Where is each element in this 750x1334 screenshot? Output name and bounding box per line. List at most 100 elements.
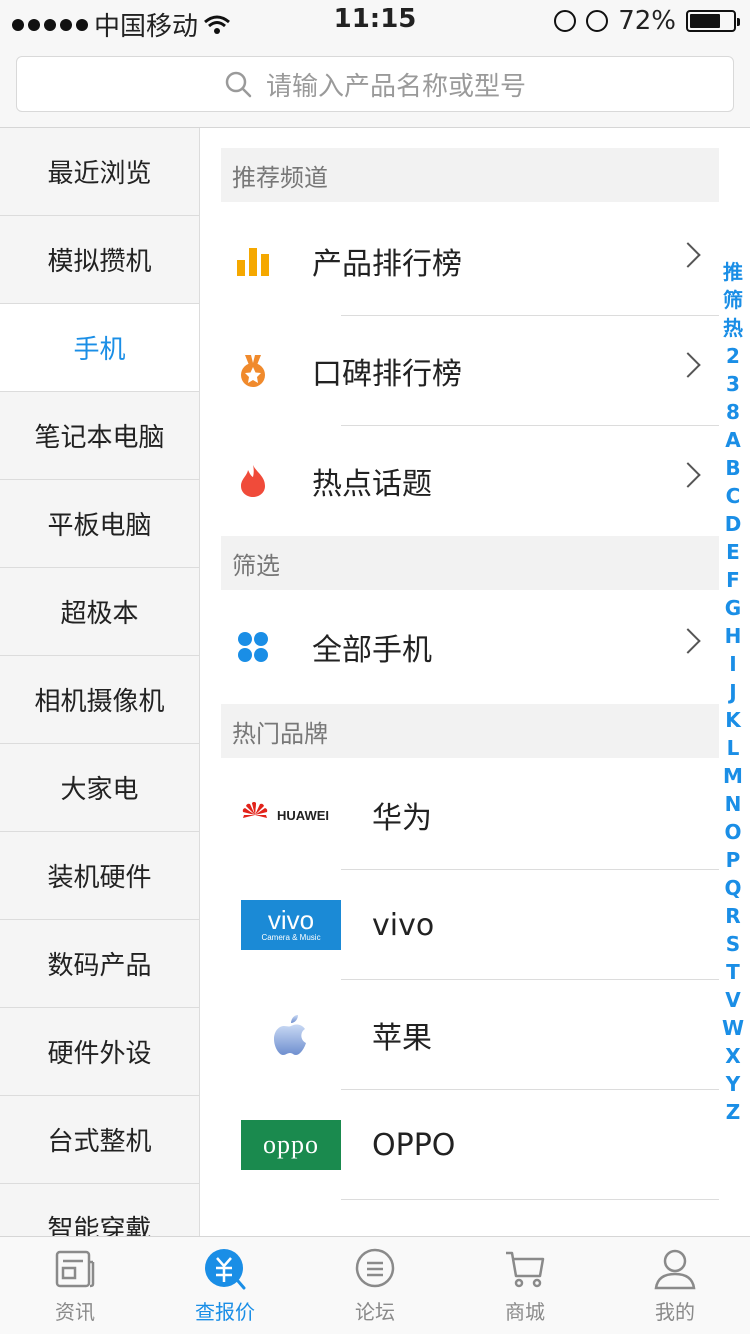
category-item[interactable]: 台式整机: [0, 1096, 199, 1184]
product-ranking-row[interactable]: 产品排行榜: [221, 206, 719, 316]
category-item[interactable]: 大家电: [0, 744, 199, 832]
rotation-lock-icon: [554, 10, 577, 32]
brand-row-apple[interactable]: 苹果: [221, 980, 719, 1090]
alpha-index-letter[interactable]: 3: [726, 370, 740, 398]
category-item[interactable]: 最近浏览: [0, 128, 199, 216]
alpha-index-letter[interactable]: 筛: [723, 286, 743, 314]
alpha-index-letter[interactable]: X: [725, 1042, 740, 1070]
category-item[interactable]: 模拟攒机: [0, 216, 199, 304]
vivo-logo-text: vivo: [267, 905, 315, 935]
alarm-icon: [586, 10, 609, 32]
all-phones-row[interactable]: 全部手机: [221, 592, 719, 702]
apple-icon: [274, 1015, 306, 1055]
user-icon: [654, 1249, 696, 1289]
apple-logo: [241, 1010, 341, 1060]
status-bar: 中国移动 11:15 72%: [0, 0, 750, 42]
tab-label: 商城: [505, 1299, 545, 1324]
tab-news[interactable]: 资讯: [0, 1237, 150, 1334]
row-label: 口碑排行榜: [312, 357, 462, 392]
alpha-index-letter[interactable]: P: [726, 846, 741, 874]
tab-mall[interactable]: 商城: [450, 1237, 600, 1334]
tab-mine[interactable]: 我的: [600, 1237, 750, 1334]
alpha-index-letter[interactable]: I: [729, 650, 736, 678]
hot-topics-row[interactable]: 热点话题: [221, 426, 719, 536]
tab-bar: 资讯 查报价 论坛 商城 我的: [0, 1236, 750, 1334]
alpha-index-letter[interactable]: R: [725, 902, 740, 930]
alphabet-index[interactable]: 推筛热238ABCDEFGHIJKLMNOPQRSTVWXYZ: [716, 258, 750, 1126]
category-item[interactable]: 笔记本电脑: [0, 392, 199, 480]
alpha-index-letter[interactable]: G: [725, 594, 741, 622]
category-item[interactable]: 数码产品: [0, 920, 199, 1008]
alpha-index-letter[interactable]: 8: [726, 398, 740, 426]
brand-row-vivo[interactable]: vivo Camera & Music vivo: [221, 870, 719, 980]
oppo-logo-text: oppo: [263, 1130, 319, 1159]
alpha-index-letter[interactable]: Y: [726, 1070, 740, 1098]
alpha-index-letter[interactable]: D: [725, 510, 742, 538]
alpha-index-letter[interactable]: O: [724, 818, 741, 846]
section-header-recommended: 推荐频道: [221, 148, 719, 202]
search-placeholder: 请输入产品名称或型号: [265, 71, 526, 102]
tab-label: 查报价: [195, 1299, 255, 1324]
reputation-ranking-row[interactable]: 口碑排行榜: [221, 316, 719, 426]
category-item-active[interactable]: 手机: [0, 304, 199, 392]
alpha-index-letter[interactable]: S: [726, 930, 740, 958]
brand-label: 苹果: [372, 1021, 432, 1056]
section-header-filter: 筛选: [221, 536, 719, 590]
alpha-index-letter[interactable]: 推: [723, 258, 743, 286]
alpha-index-letter[interactable]: C: [726, 482, 741, 510]
alpha-index-letter[interactable]: B: [725, 454, 740, 482]
status-right: 72%: [554, 6, 740, 36]
category-item[interactable]: 装机硬件: [0, 832, 199, 920]
price-search-icon: [205, 1248, 246, 1289]
brand-label: 华为: [372, 801, 432, 836]
category-item[interactable]: 超极本: [0, 568, 199, 656]
alpha-index-letter[interactable]: T: [726, 958, 740, 986]
alpha-index-letter[interactable]: H: [725, 622, 742, 650]
alpha-index-letter[interactable]: K: [725, 706, 741, 734]
alpha-index-letter[interactable]: J: [729, 678, 736, 706]
alpha-index-letter[interactable]: N: [725, 790, 742, 818]
alpha-index-letter[interactable]: V: [725, 986, 740, 1014]
section-header-brands: 热门品牌: [221, 704, 719, 758]
huawei-logo-mark: HUAWEI: [242, 802, 329, 823]
grid-icon: [238, 632, 268, 662]
brand-label: vivo: [372, 907, 435, 943]
category-item[interactable]: 平板电脑: [0, 480, 199, 568]
search-icon: [225, 71, 252, 98]
alpha-index-letter[interactable]: Z: [726, 1098, 741, 1126]
brand-row-huawei[interactable]: HUAWEI 华为: [221, 760, 719, 870]
oppo-logo: oppo: [241, 1120, 341, 1170]
news-icon: [55, 1250, 95, 1287]
divider: [341, 1199, 719, 1200]
brand-label: OPPO: [372, 1127, 456, 1163]
category-item[interactable]: 相机摄像机: [0, 656, 199, 744]
alpha-index-letter[interactable]: Q: [724, 874, 741, 902]
category-list: 最近浏览 模拟攒机 手机 笔记本电脑 平板电脑 超极本 相机摄像机 大家电 装机…: [0, 128, 200, 1236]
row-label: 全部手机: [312, 633, 432, 668]
search-area: 请输入产品名称或型号: [0, 40, 750, 128]
forum-icon: [355, 1248, 395, 1287]
alpha-index-letter[interactable]: A: [725, 426, 740, 454]
tab-forum[interactable]: 论坛: [300, 1237, 450, 1334]
chevron-right-icon: [675, 462, 701, 488]
huawei-logo: HUAWEI: [241, 790, 341, 840]
battery-icon: [686, 10, 740, 32]
alpha-index-letter[interactable]: 2: [726, 342, 740, 370]
vivo-logo-subtext: Camera & Music: [261, 933, 321, 942]
cart-icon: [506, 1251, 545, 1287]
category-item[interactable]: 硬件外设: [0, 1008, 199, 1096]
alpha-index-letter[interactable]: 热: [723, 314, 743, 342]
alpha-index-letter[interactable]: F: [726, 566, 740, 594]
brand-row-oppo[interactable]: oppo OPPO: [221, 1090, 719, 1200]
alpha-index-letter[interactable]: L: [727, 734, 740, 762]
search-input[interactable]: 请输入产品名称或型号: [16, 56, 734, 112]
tab-label: 我的: [655, 1299, 695, 1324]
category-item[interactable]: 智能穿戴: [0, 1184, 199, 1236]
tab-price[interactable]: 查报价: [150, 1237, 300, 1334]
medal-icon: [241, 355, 265, 387]
alpha-index-letter[interactable]: W: [722, 1014, 744, 1042]
vivo-logo: vivo Camera & Music: [241, 900, 341, 950]
row-label: 产品排行榜: [312, 247, 462, 282]
alpha-index-letter[interactable]: M: [723, 762, 743, 790]
alpha-index-letter[interactable]: E: [726, 538, 740, 566]
